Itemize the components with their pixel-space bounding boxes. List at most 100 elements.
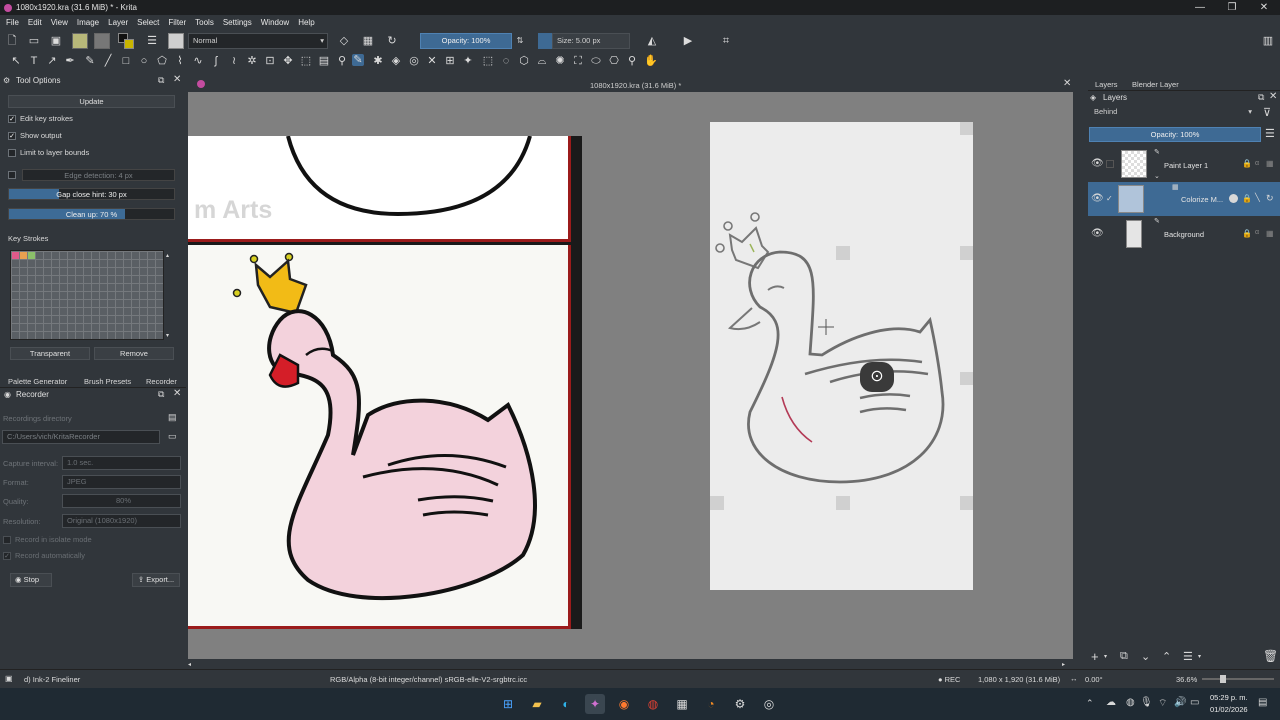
scroll-down-icon[interactable]: ▾ — [166, 332, 169, 339]
polyline-tool-icon[interactable]: ⌇ — [174, 55, 186, 67]
record-auto-option[interactable]: ✓ Record automatically — [3, 551, 85, 561]
key-stroke-swatch-3[interactable] — [28, 252, 35, 259]
dynamic-brush-icon[interactable]: ≀ — [228, 55, 240, 67]
visibility-eye-icon[interactable]: 👁 — [1091, 193, 1104, 204]
scroll-left-icon[interactable]: ◂ — [188, 661, 191, 668]
float-layers-icon[interactable]: ⧉ — [1258, 92, 1264, 103]
size-slider[interactable]: Size: 5.00 px — [552, 33, 630, 49]
export-button[interactable]: ⇪ Export... — [132, 573, 180, 587]
bezier-tool-icon[interactable]: ∿ — [192, 55, 204, 67]
zoom-slider[interactable] — [1202, 675, 1274, 683]
zoom-tool-icon[interactable]: ⚲ — [626, 55, 638, 67]
show-coloring-icon[interactable] — [1229, 194, 1238, 203]
brush-preset-thumbnail[interactable] — [168, 33, 184, 49]
transform-tool-icon[interactable]: ⬚ — [300, 55, 312, 67]
krita-taskbar-icon[interactable]: ✦ — [585, 694, 605, 714]
filter-icon[interactable]: ⊽ — [1263, 106, 1271, 119]
tray-chevron-icon[interactable]: ⌃ — [1086, 698, 1094, 709]
tab-palette-generator[interactable]: Palette Generator — [8, 377, 67, 386]
key-strokes-grid[interactable] — [10, 250, 164, 340]
scroll-up-icon[interactable]: ▴ — [166, 252, 169, 259]
canvas-area[interactable]: m Arts ⊙ — [188, 92, 1073, 659]
visibility-eye-icon[interactable]: 👁 — [1091, 228, 1104, 239]
file-explorer-icon[interactable]: ▰ — [527, 694, 547, 714]
tab-brush-presets[interactable]: Brush Presets — [84, 377, 131, 386]
calendar-app-icon[interactable]: ▦ — [672, 694, 692, 714]
brush-preset-icon[interactable]: ▣ — [5, 674, 13, 683]
layer-select-checkbox[interactable]: ✓ — [1106, 194, 1113, 203]
zoom-slider-knob[interactable] — [1220, 675, 1226, 683]
pin-icon[interactable]: ✦ — [462, 55, 474, 67]
menu-file[interactable]: File — [6, 18, 19, 27]
chevron-down-icon[interactable]: ▾ — [1104, 653, 1107, 660]
layer-properties-icon[interactable]: ☰ — [1183, 650, 1193, 663]
background-color[interactable] — [124, 39, 134, 49]
limit-layer-bounds-option[interactable]: Limit to layer bounds — [8, 148, 89, 158]
transform-handle[interactable] — [960, 122, 973, 135]
menu-edit[interactable]: Edit — [28, 18, 42, 27]
pan-tool-icon[interactable]: ✋ — [644, 55, 658, 67]
quality-slider[interactable]: 80% — [62, 494, 181, 508]
recordings-directory-field[interactable]: C:/Users/vich/KritaRecorder — [2, 430, 160, 444]
tab-layers[interactable]: Layers — [1095, 80, 1118, 89]
crop-icon[interactable]: ⊡ — [264, 55, 276, 67]
edit-strokes-icon[interactable]: ╲ — [1255, 193, 1260, 202]
alpha-inherit-icon[interactable]: α — [1255, 160, 1259, 167]
show-output-option[interactable]: ✓ Show output — [8, 131, 62, 141]
line-tool-icon[interactable]: ╱ — [102, 55, 114, 67]
layer-select-checkbox[interactable] — [1106, 160, 1114, 168]
menu-window[interactable]: Window — [261, 18, 289, 27]
document-page[interactable]: ⊙ — [710, 122, 973, 590]
notification-icon[interactable]: ▤ — [1258, 697, 1267, 708]
menu-filter[interactable]: Filter — [168, 18, 186, 27]
format-select[interactable]: JPEG — [62, 475, 181, 489]
mirror-horizontal-icon[interactable]: ◭ — [646, 35, 658, 47]
alpha-lock-icon[interactable]: ▦ — [1266, 159, 1274, 168]
remove-button[interactable]: Remove — [94, 347, 174, 360]
canvas-horizontal-scrollbar[interactable]: ◂ ▸ — [188, 659, 1073, 669]
firefox-icon[interactable]: ◉ — [614, 694, 634, 714]
edge-detection-checkbox[interactable] — [8, 171, 16, 179]
alpha-lock-icon[interactable]: ▦ — [362, 35, 374, 47]
menu-settings[interactable]: Settings — [223, 18, 252, 27]
select-shape-icon[interactable]: ↖ — [10, 55, 22, 67]
network-icon[interactable]: ◍ — [1126, 697, 1135, 708]
lock-icon[interactable]: 🔒 — [1242, 229, 1252, 238]
polygon-select-icon[interactable]: ⬡ — [518, 55, 530, 67]
move-layer-up-icon[interactable]: ⌃ — [1162, 650, 1171, 663]
mirror-vertical-icon[interactable]: ▶ — [682, 35, 694, 47]
obs-icon[interactable]: ◎ — [759, 694, 779, 714]
close-panel-icon[interactable]: ✕ — [173, 74, 181, 85]
move-layer-down-icon[interactable]: ⌄ — [1141, 650, 1150, 663]
float-recorder-icon[interactable]: ⧉ — [158, 389, 164, 400]
spin-arrows-icon[interactable]: ⇅ — [514, 35, 526, 47]
record-auto-checkbox[interactable]: ✓ — [3, 552, 11, 561]
add-layer-icon[interactable]: + — [1091, 649, 1099, 664]
freehand-path-icon[interactable]: ʃ — [210, 55, 222, 67]
capture-interval-field[interactable]: 1.0 sec. — [62, 456, 181, 470]
new-document-icon[interactable]: 🗋 — [6, 35, 18, 47]
manage-recordings-icon[interactable]: ▤ — [168, 412, 177, 423]
alpha-inherit-icon[interactable]: α — [1255, 229, 1259, 236]
opacity-slider[interactable]: Opacity: 100% — [420, 33, 512, 49]
battery-icon[interactable]: ▭ — [1190, 697, 1199, 708]
expand-chevron-icon[interactable]: ⌄ — [1154, 172, 1160, 180]
layer-row-paint-layer-1[interactable]: 👁 ✎ Paint Layer 1 ⌄ 🔒 α ▦ — [1088, 148, 1280, 182]
rotate-icon[interactable]: ↔ — [1070, 674, 1078, 683]
alpha-lock-icon[interactable]: ▦ — [1266, 229, 1274, 238]
transform-handle[interactable] — [836, 496, 850, 510]
update-mask-icon[interactable]: ↻ — [1266, 193, 1274, 204]
transparent-button[interactable]: Transparent — [10, 347, 90, 360]
close-layers-icon[interactable]: ✕ — [1269, 91, 1277, 102]
menu-view[interactable]: View — [51, 18, 68, 27]
menu-layer[interactable]: Layer — [108, 18, 128, 27]
layer-blend-select[interactable]: Behind ▾ — [1090, 106, 1254, 120]
minimize-button[interactable]: — — [1184, 0, 1216, 15]
text-tool-icon[interactable]: T — [28, 55, 40, 67]
record-isolate-option[interactable]: Record in isolate mode — [3, 535, 92, 545]
eraser-icon[interactable]: ◇ — [338, 35, 350, 47]
chrome-icon[interactable]: ◍ — [643, 694, 663, 714]
key-stroke-swatch-1[interactable] — [12, 252, 19, 259]
rect-select-icon[interactable]: ⬚ — [482, 55, 494, 67]
magnetic-select-icon[interactable]: ⎔ — [608, 55, 620, 67]
